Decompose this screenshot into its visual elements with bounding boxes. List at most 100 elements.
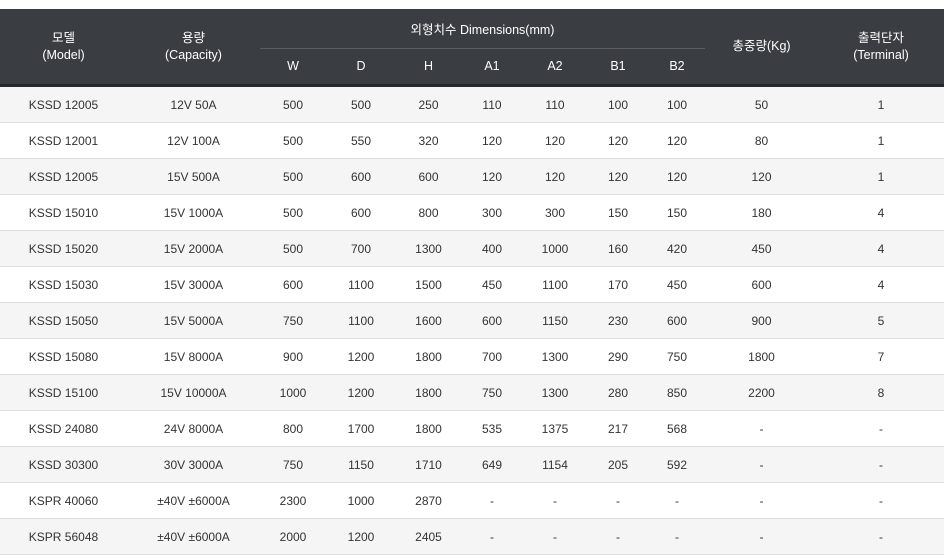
cell-w: 500 [260,85,326,123]
table-row: KSSD 15030 15V 3000A 600 1100 1500 450 1100 170… [0,266,944,303]
cell-d: 1200 [326,518,396,555]
cell-b2: - [649,518,705,555]
cell-w: 500 [260,194,326,231]
cell-w: 1000 [260,374,326,411]
cell-model: KSSD 15020 [0,230,127,267]
cell-a2: 120 [523,158,587,195]
cell-a1: 120 [461,158,523,195]
cell-capacity: 30V 3000A [127,446,260,483]
cell-model: KSSD 12001 [0,122,127,159]
cell-terminal: 1 [818,85,944,123]
cell-model: KSSD 15100 [0,374,127,411]
spec-table: 모델 (Model) 용량 (Capacity) 외형치수 Dimensions… [0,9,944,555]
cell-h: 1800 [396,338,461,375]
cell-terminal: 4 [818,230,944,267]
cell-a1: - [461,518,523,555]
header-terminal-en: (Terminal) [853,47,909,62]
cell-b1: 120 [587,122,649,159]
table-row: KSSD 12005 15V 500A 500 600 600 120 120 120 120 1… [0,158,944,195]
header-weight: 총중량(Kg) [705,9,818,87]
table-row: KSSD 12001 12V 100A 500 550 320 120 120 120 120 8… [0,122,944,159]
table-row: KSSD 12005 12V 50A 500 500 250 110 110 100 100 50… [0,85,944,123]
cell-b2: 450 [649,266,705,303]
cell-d: 600 [326,158,396,195]
cell-model: KSSD 15030 [0,266,127,303]
cell-weight: 900 [705,302,818,339]
cell-weight: 120 [705,158,818,195]
cell-a2: 110 [523,85,587,123]
cell-weight: 450 [705,230,818,267]
table-row: KSSD 15100 15V 10000A 1000 1200 1800 750 1300 2… [0,374,944,411]
cell-w: 750 [260,302,326,339]
cell-capacity: 12V 50A [127,85,260,123]
cell-a1: 649 [461,446,523,483]
cell-d: 1100 [326,266,396,303]
cell-model: KSPR 56048 [0,518,127,555]
cell-weight: 80 [705,122,818,159]
cell-a2: - [523,518,587,555]
cell-weight: - [705,410,818,447]
cell-weight: - [705,518,818,555]
cell-a1: 120 [461,122,523,159]
cell-terminal: 5 [818,302,944,339]
cell-d: 600 [326,194,396,231]
cell-a1: 600 [461,302,523,339]
cell-terminal: - [818,518,944,555]
cell-weight: 2200 [705,374,818,411]
cell-terminal: 1 [818,122,944,159]
table-row: KSSD 15010 15V 1000A 500 600 800 300 300 150 150… [0,194,944,231]
cell-w: 800 [260,410,326,447]
cell-a1: 700 [461,338,523,375]
cell-a1: 450 [461,266,523,303]
header-dim-a1: A1 [461,48,523,87]
cell-capacity: ±40V ±6000A [127,482,260,519]
table-header: 모델 (Model) 용량 (Capacity) 외형치수 Dimensions… [0,9,944,87]
cell-capacity: ±40V ±6000A [127,518,260,555]
cell-d: 1100 [326,302,396,339]
table-row: KSSD 15080 15V 8000A 900 1200 1800 700 1300 290… [0,338,944,375]
table-row: KSPR 40060 ±40V ±6000A 2300 1000 2870- - - - - - [0,482,944,519]
table-row: KSSD 15050 15V 5000A 750 1100 1600 600 1150 230… [0,302,944,339]
cell-a2: 1300 [523,374,587,411]
cell-a1: 300 [461,194,523,231]
cell-weight: 600 [705,266,818,303]
cell-b2: 120 [649,122,705,159]
cell-h: 1800 [396,374,461,411]
cell-capacity: 15V 5000A [127,302,260,339]
cell-a1: - [461,482,523,519]
spec-table-container: 모델 (Model) 용량 (Capacity) 외형치수 Dimensions… [0,9,944,555]
cell-a1: 400 [461,230,523,267]
cell-model: KSSD 15010 [0,194,127,231]
cell-b2: 850 [649,374,705,411]
cell-d: 1200 [326,338,396,375]
cell-w: 750 [260,446,326,483]
cell-capacity: 12V 100A [127,122,260,159]
cell-a2: 1154 [523,446,587,483]
cell-model: KSSD 12005 [0,85,127,123]
cell-w: 2300 [260,482,326,519]
header-dim-b1: B1 [587,48,649,87]
cell-h: 800 [396,194,461,231]
cell-b1: 100 [587,85,649,123]
cell-a2: 1300 [523,338,587,375]
cell-b2: 120 [649,158,705,195]
cell-b1: 280 [587,374,649,411]
cell-weight: 1800 [705,338,818,375]
cell-d: 550 [326,122,396,159]
cell-w: 600 [260,266,326,303]
cell-a2: 1150 [523,302,587,339]
cell-capacity: 15V 8000A [127,338,260,375]
cell-d: 1000 [326,482,396,519]
cell-a1: 110 [461,85,523,123]
cell-weight: - [705,446,818,483]
cell-h: 1600 [396,302,461,339]
header-capacity-en: (Capacity) [165,47,222,62]
cell-b1: 205 [587,446,649,483]
cell-model: KSSD 15080 [0,338,127,375]
cell-b2: 592 [649,446,705,483]
cell-b2: 100 [649,85,705,123]
cell-h: 1300 [396,230,461,267]
cell-model: KSSD 30300 [0,446,127,483]
header-dimensions: 외형치수 Dimensions(mm) [260,9,705,49]
cell-w: 2000 [260,518,326,555]
